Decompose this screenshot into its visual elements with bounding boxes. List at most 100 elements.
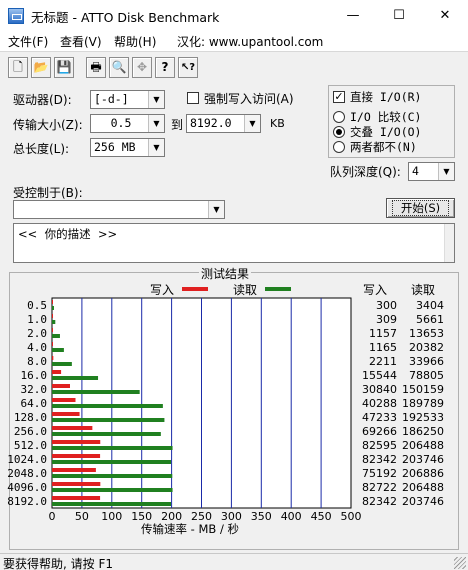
x-tick-label: 500 [341,510,362,523]
col-header-read: 读取 [411,283,435,297]
bar-write [52,496,101,500]
menu-file[interactable]: 文件(F) [8,33,48,50]
read-value: 78805 [409,369,444,382]
write-value: 300 [376,299,397,312]
x-tick-label: 0 [49,510,56,523]
legend-write-label: 写入 [150,283,174,297]
bar-write [52,314,53,318]
open-folder-icon[interactable]: 📂 [31,57,51,78]
bar-read [52,460,172,464]
y-tick-label: 2.0 [27,327,47,340]
read-value: 5661 [416,313,444,326]
bar-read [52,334,60,338]
y-tick-label: 8192.0 [7,495,47,508]
bar-write [52,300,53,304]
read-value: 189789 [402,397,444,410]
write-value: 47233 [362,411,397,424]
save-icon[interactable]: 💾 [54,57,74,78]
y-tick-label: 1.0 [27,313,47,326]
window-title: 无标题 - ATTO Disk Benchmark [31,10,220,25]
client-area: 驱动器(D): [-d-] ▼ 强制写入访问(A) 传输大小(Z): 0.5 ▼… [0,83,468,553]
read-value: 206886 [402,467,444,480]
read-value: 206488 [402,481,444,494]
bar-read [52,418,165,422]
bar-read [52,376,99,380]
write-value: 75192 [362,467,397,480]
bar-write [52,440,101,444]
bar-read [52,306,54,310]
menu-bar: 文件(F) 查看(V) 帮助(H) 汉化: www.upantool.com [0,31,468,51]
new-file-icon[interactable]: 🗋 [8,57,28,78]
bar-read [52,404,163,408]
bar-read [52,362,72,366]
y-tick-label: 8.0 [27,355,47,368]
read-value: 203746 [402,495,444,508]
resize-grip[interactable] [454,557,466,569]
x-tick-label: 450 [311,510,332,523]
y-tick-label: 0.5 [27,299,47,312]
bar-read [52,432,161,436]
read-value: 3404 [416,299,444,312]
read-value: 192533 [402,411,444,424]
write-value: 1165 [369,341,397,354]
bar-read [52,502,172,506]
maximize-button[interactable]: ☐ [376,0,422,31]
x-tick-label: 400 [281,510,302,523]
y-tick-label: 1024.0 [7,453,47,466]
y-tick-label: 4.0 [27,341,47,354]
menu-view[interactable]: 查看(V) [60,33,102,50]
legend-read-label: 读取 [233,283,257,297]
bar-write [52,342,53,346]
write-value: 2211 [369,355,397,368]
y-tick-label: 32.0 [21,383,48,396]
status-bar: 要获得帮助, 请按 F1 [0,553,468,570]
app-icon [8,8,24,24]
menu-localized[interactable]: 汉化: www.upantool.com [177,33,323,50]
read-value: 150159 [402,383,444,396]
bar-write [52,454,101,458]
bar-write [52,426,93,430]
bar-write [52,356,54,360]
y-tick-label: 128.0 [14,411,47,424]
legend-write-swatch [182,287,208,291]
bar-read [52,320,56,324]
print-icon[interactable]: 🖶 [86,57,106,78]
bar-read [52,446,173,450]
y-tick-label: 2048.0 [7,467,47,480]
write-value: 309 [376,313,397,326]
write-value: 30840 [362,383,397,396]
bar-write [52,398,76,402]
bar-write [52,468,96,472]
y-tick-label: 16.0 [21,369,48,382]
y-tick-label: 256.0 [14,425,47,438]
bar-write [52,370,62,374]
write-value: 40288 [362,397,397,410]
help-icon[interactable]: ? [155,57,175,78]
write-value: 1157 [369,327,397,340]
bar-read [52,474,173,478]
write-value: 82595 [362,439,397,452]
status-text: 要获得帮助, 请按 F1 [3,557,113,570]
col-header-write: 写入 [363,283,387,297]
x-axis-label: 传输速率 - MB / 秒 [141,522,239,536]
bar-read [52,348,64,352]
y-tick-label: 64.0 [21,397,48,410]
read-value: 203746 [402,453,444,466]
move-icon[interactable]: ✥ [132,57,152,78]
toolbar: 🗋 📂 💾 🖶 🔍 ✥ ? ↖? [0,51,468,83]
minimize-button[interactable]: — [330,0,376,31]
x-tick-label: 100 [101,510,122,523]
menu-help[interactable]: 帮助(H) [114,33,156,50]
title-bar[interactable]: 无标题 - ATTO Disk Benchmark — ☐ ✕ [0,0,468,31]
print-preview-icon[interactable]: 🔍 [109,57,129,78]
bar-read [52,488,173,492]
x-tick-label: 50 [75,510,89,523]
bar-write [52,412,80,416]
benchmark-chart: 写入 读取 写入 读取0 50 100 150 200 250 300 350 400 450 500传输… [7,283,444,536]
read-value: 186250 [402,425,444,438]
close-button[interactable]: ✕ [422,0,468,31]
write-value: 82722 [362,481,397,494]
write-value: 82342 [362,453,397,466]
y-tick-label: 512.0 [14,439,47,452]
context-help-icon[interactable]: ↖? [178,57,198,78]
